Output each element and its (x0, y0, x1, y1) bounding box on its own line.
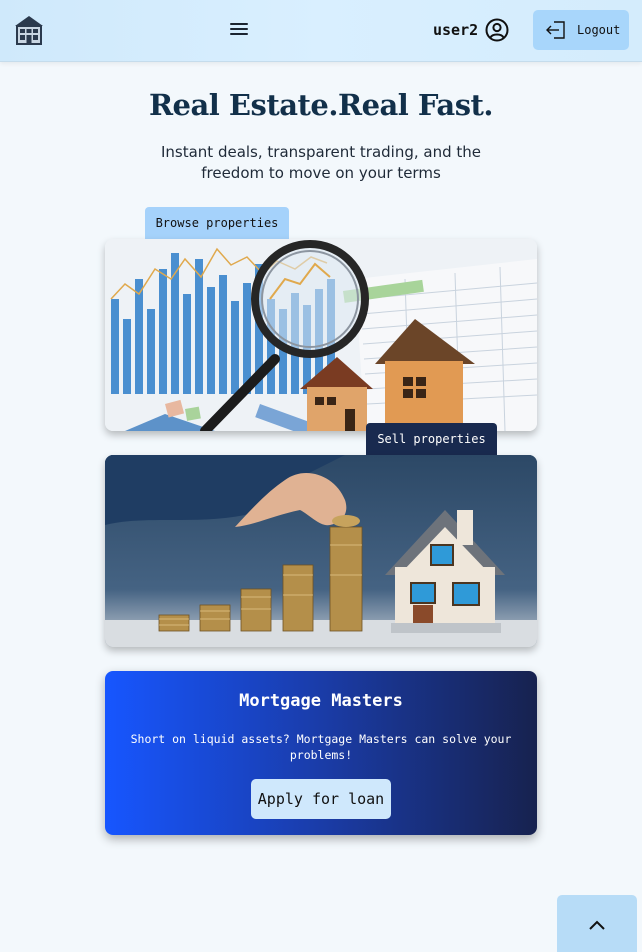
hamburger-icon[interactable] (227, 20, 251, 40)
sell-properties-button[interactable]: Sell properties (366, 423, 497, 455)
mortgage-masters-card: Mortgage Masters Short on liquid assets?… (105, 671, 537, 835)
user-circle-icon[interactable] (485, 18, 509, 42)
sell-properties-card[interactable] (105, 455, 537, 647)
mortgage-description: Short on liquid assets? Mortgage Masters… (130, 732, 512, 762)
logout-button[interactable]: Logout (533, 10, 629, 50)
chevron-up-icon (589, 920, 605, 930)
logout-icon (546, 21, 565, 39)
top-nav-bar: user2 Logout (0, 0, 642, 62)
apply-for-loan-button[interactable]: Apply for loan (251, 779, 391, 819)
username-label: user2 (433, 21, 479, 39)
browse-properties-card[interactable] (105, 239, 537, 431)
house-logo-icon[interactable] (14, 14, 44, 46)
logout-label: Logout (577, 23, 621, 37)
hero-title: Real Estate.Real Fast. (148, 88, 494, 122)
scroll-to-top-button[interactable] (557, 895, 637, 952)
browse-properties-button[interactable]: Browse properties (145, 207, 289, 239)
hero-subtitle: Instant deals, transparent trading, and … (160, 143, 482, 182)
mortgage-title: Mortgage Masters (239, 691, 403, 711)
browse-properties-image (105, 239, 537, 431)
sell-properties-image (105, 455, 537, 647)
